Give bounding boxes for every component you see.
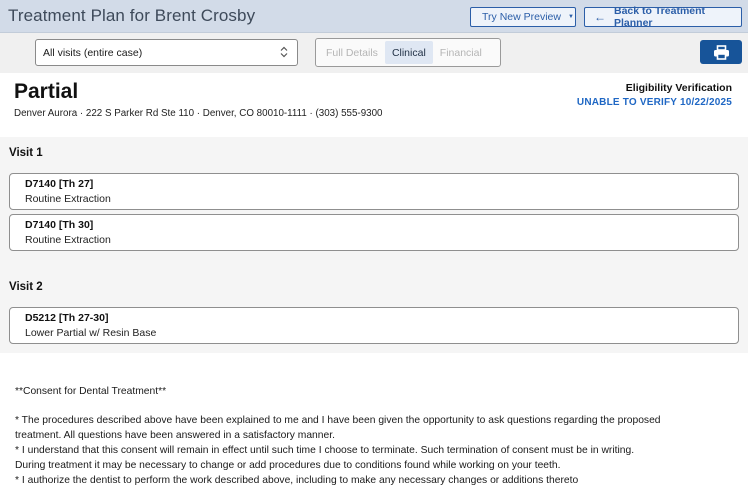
- visit-title: Visit 2: [9, 281, 43, 293]
- procedure-description: Routine Extraction: [25, 193, 111, 205]
- consent-line: * The procedures described above have be…: [15, 415, 661, 426]
- office-address: Denver Aurora · 222 S Parker Rd Ste 110 …: [14, 108, 383, 119]
- visits-section: Visit 1 D7140 [Th 27] Routine Extraction…: [0, 137, 748, 353]
- visit-select[interactable]: All visits (entire case): [35, 39, 298, 66]
- procedure-card[interactable]: D7140 [Th 27] Routine Extraction: [9, 173, 739, 210]
- try-new-preview-label: Try New Preview: [482, 11, 561, 23]
- procedure-description: Lower Partial w/ Resin Base: [25, 327, 157, 339]
- consent-text: **Consent for Dental Treatment** * The p…: [15, 384, 735, 488]
- tab-full-details[interactable]: Full Details: [319, 41, 385, 64]
- view-mode-segmented-control: Full Details Clinical Financial: [315, 38, 501, 67]
- procedure-code: D7140 [Th 27]: [25, 178, 94, 190]
- plan-summary: Partial Denver Aurora · 222 S Parker Rd …: [0, 73, 748, 137]
- plan-name: Partial: [14, 80, 79, 103]
- procedure-description: Routine Extraction: [25, 234, 111, 246]
- back-to-treatment-planner-button[interactable]: ← Back to Treatment Planner: [584, 5, 742, 29]
- back-button-label: Back to Treatment Planner: [614, 5, 706, 29]
- procedure-card[interactable]: D5212 [Th 27-30] Lower Partial w/ Resin …: [9, 307, 739, 344]
- page-title: Treatment Plan for Brent Crosby: [8, 6, 256, 25]
- consent-line: * I understand that this consent will re…: [15, 445, 635, 456]
- print-button[interactable]: [700, 40, 742, 64]
- eligibility-title: Eligibility Verification: [625, 82, 732, 94]
- procedure-card[interactable]: D7140 [Th 30] Routine Extraction: [9, 214, 739, 251]
- try-new-preview-button[interactable]: Try New Preview ▼: [470, 7, 576, 27]
- consent-line: During treatment it may be necessary to …: [15, 460, 561, 471]
- tab-clinical[interactable]: Clinical: [384, 41, 433, 64]
- procedure-code: D7140 [Th 30]: [25, 219, 94, 231]
- eligibility-status: UNABLE TO VERIFY 10/22/2025: [576, 97, 732, 108]
- consent-heading: **Consent for Dental Treatment**: [15, 386, 167, 397]
- printer-icon: [713, 44, 729, 60]
- tab-financial[interactable]: Financial: [433, 41, 489, 64]
- visit-title: Visit 1: [9, 147, 43, 159]
- page-header: Treatment Plan for Brent Crosby Try New …: [0, 0, 748, 33]
- procedure-code: D5212 [Th 27-30]: [25, 312, 109, 324]
- visit-select-value: All visits (entire case): [43, 46, 143, 59]
- toolbar: All visits (entire case) Full Details Cl…: [0, 33, 748, 73]
- arrow-left-icon: ←: [594, 10, 606, 24]
- caret-down-icon: ▼: [567, 14, 574, 20]
- consent-line: treatment. All questions have been answe…: [15, 430, 335, 441]
- consent-line: * I authorize the dentist to perform the…: [15, 475, 579, 486]
- chevron-updown-icon: [280, 46, 288, 58]
